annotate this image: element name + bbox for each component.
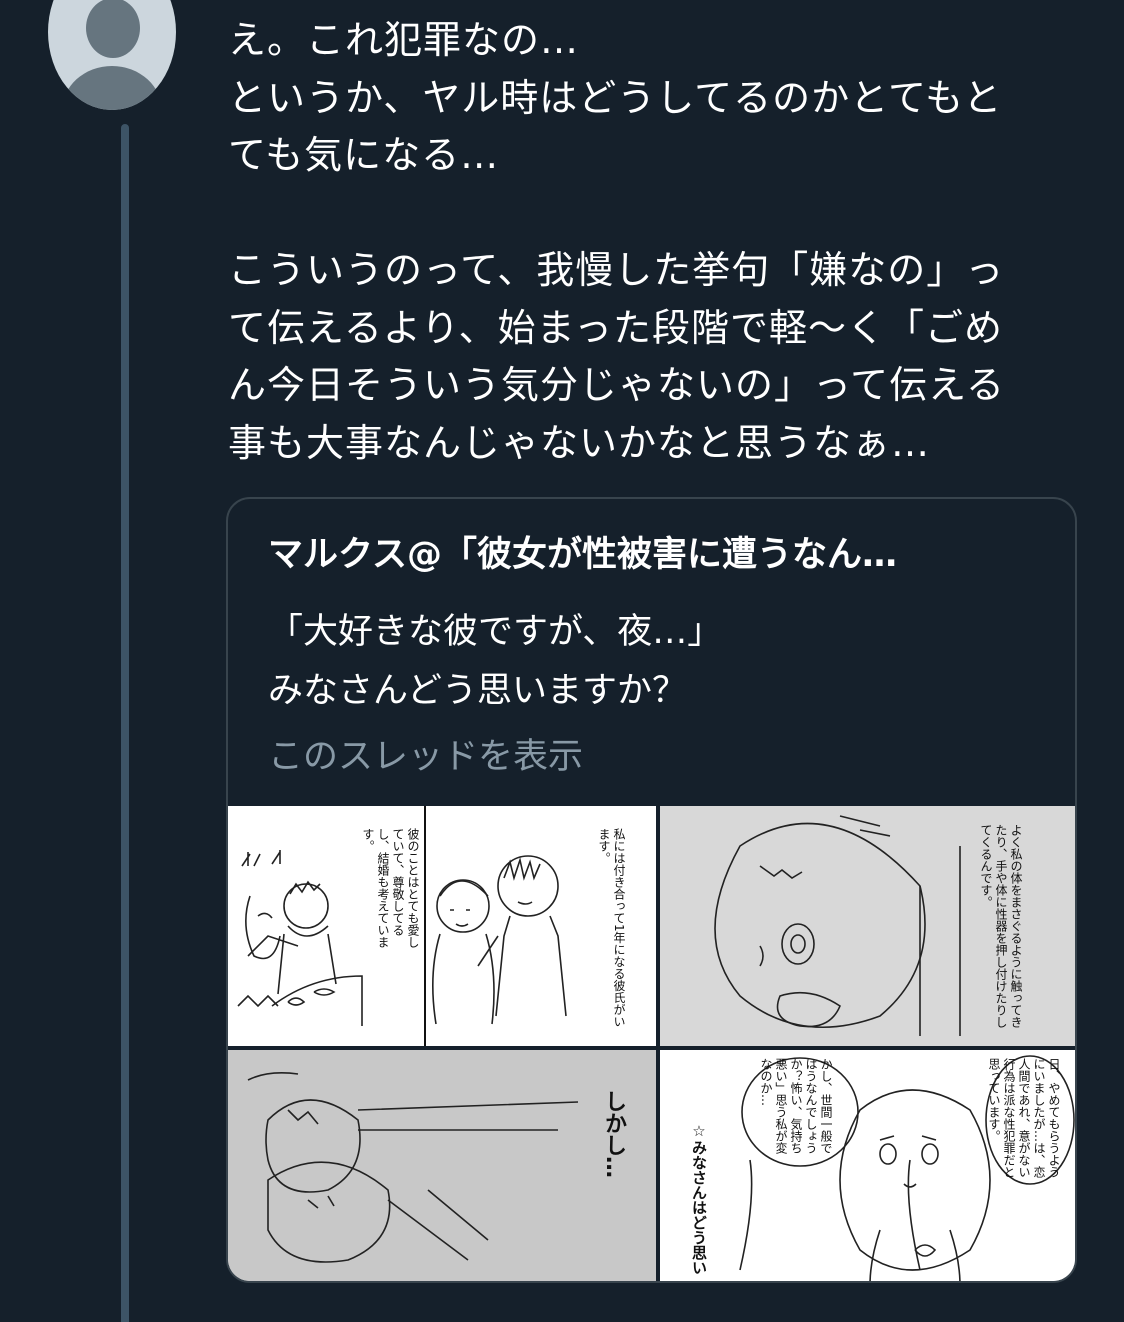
manga-panel-couple[interactable]: 彼のことはとても愛していて、尊敬してるし、結婚も考えています。 私には付き合って…: [228, 806, 656, 1046]
image-grid-divider: [656, 806, 660, 1281]
quoted-tweet-card[interactable]: マルクス@「彼女が性被害に遭うなん… 「大好きな彼ですが、夜…」 みなさんどう思…: [226, 497, 1077, 1283]
manga-lying-drawing: [228, 1050, 656, 1281]
quoted-tweet-image-grid: 彼のことはとても愛していて、尊敬してるし、結婚も考えています。 私には付き合って…: [228, 806, 1075, 1281]
image-grid-divider: [228, 1046, 1075, 1050]
avatar-body-icon: [62, 66, 162, 110]
manga-caption: 私には付き合って1年になる彼氏がいます。: [597, 828, 626, 1028]
manga-panel-question[interactable]: 日、やめてもらうようにいましたが…は、恋人間であれ、意がない行為は派な性犯罪だと…: [660, 1050, 1075, 1281]
manga-caption: かし、世間一般ではうなんでしょうか？怖い、気持ち悪い」思う私が変なのか…: [759, 1058, 833, 1154]
default-avatar[interactable]: [48, 0, 176, 110]
thread-connector-line: [121, 124, 129, 1322]
manga-panel-however[interactable]: しかし…: [228, 1050, 656, 1281]
show-thread-link[interactable]: このスレッドを表示: [268, 731, 583, 783]
quoted-tweet-author: マルクス@「彼女が性被害に遭うなん…: [268, 535, 897, 575]
manga-caption: よく私の体をまさぐるように触ってきたり、手や体に性器を押し付けたりしてくるんです…: [979, 824, 1023, 1028]
tweet-body-text: え。これ犯罪なの… というか、ヤル時はどうしてるのかとてもと ても気になる… こ…: [228, 18, 1005, 465]
manga-caption: ☆みなさんはどう思い: [690, 1122, 708, 1275]
manga-panel-bed[interactable]: よく私の体をまさぐるように触ってきたり、手や体に性器を押し付けたりしてくるんです…: [660, 806, 1075, 1046]
manga-caption: しかし…: [601, 1090, 626, 1178]
quoted-tweet-text: 「大好きな彼ですが、夜…」 みなさんどう思いますか？: [268, 612, 723, 711]
manga-caption: 日、やめてもらうようにいましたが…は、恋人間であれ、意がない行為は派な性犯罪だと…: [987, 1058, 1061, 1178]
manga-caption: 彼のことはとても愛していて、尊敬してるし、結婚も考えています。: [361, 828, 420, 948]
tweet-thread: え。これ犯罪なの… というか、ヤル時はどうしてるのかとてもと ても気になる… こ…: [0, 0, 1124, 1322]
manga-couple-drawing: [228, 806, 656, 1046]
avatar-head-icon: [86, 0, 140, 58]
